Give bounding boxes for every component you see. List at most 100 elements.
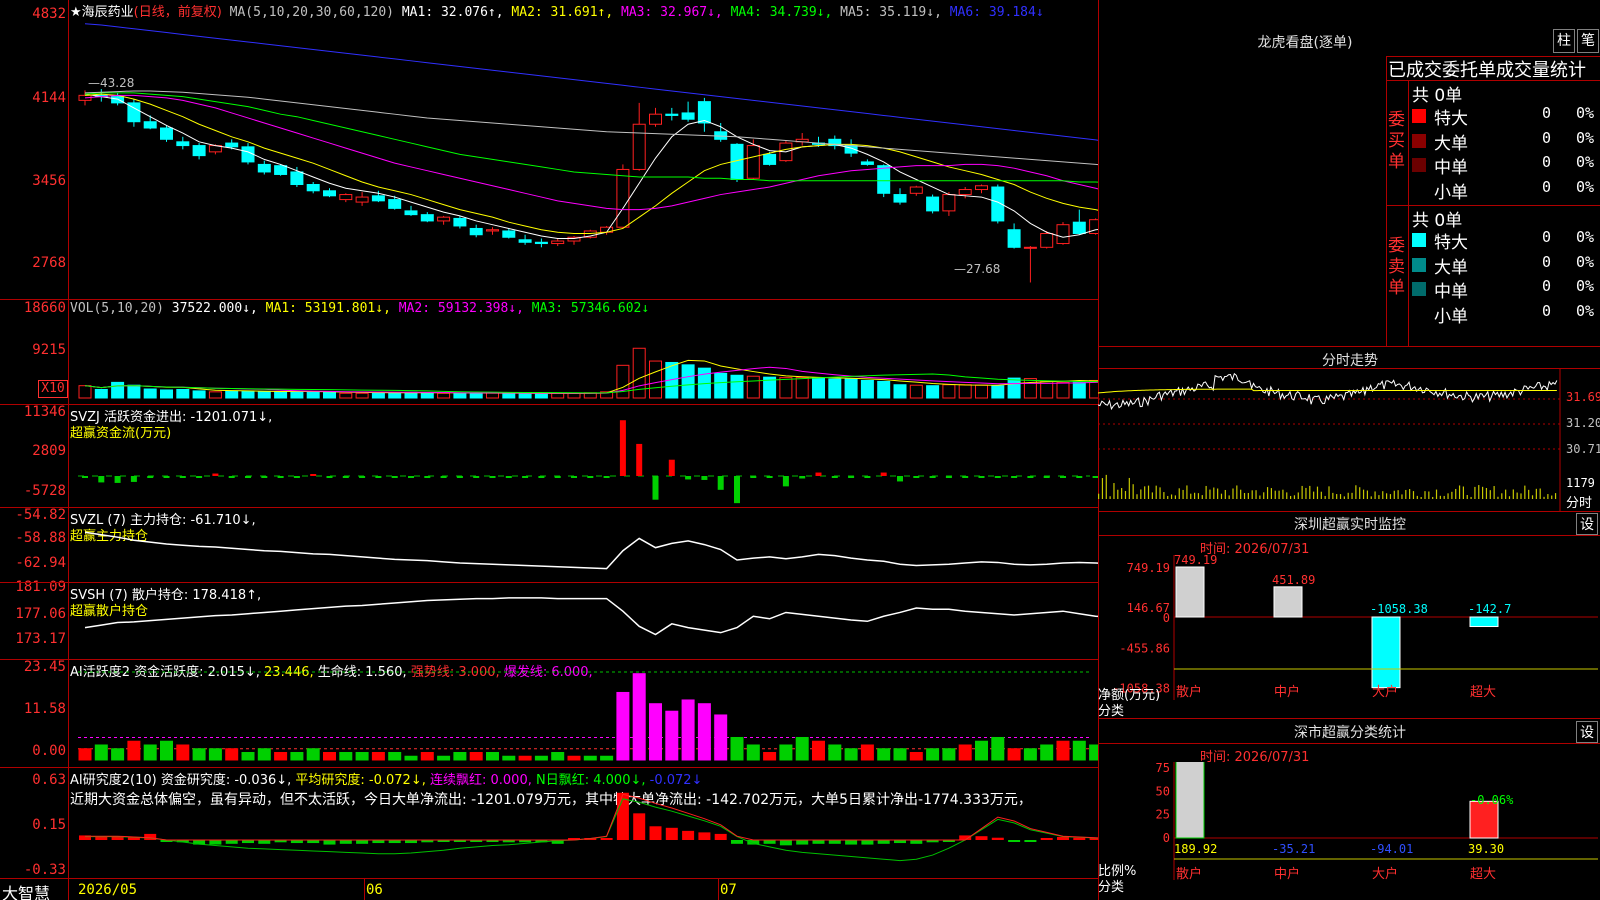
svzj-panel <box>78 420 1098 504</box>
ai2-bar <box>274 751 288 761</box>
volume-bar <box>616 364 630 399</box>
intraday-chart[interactable] <box>1098 369 1600 511</box>
fenshi-volume-bar <box>1301 485 1303 499</box>
svzj-bar <box>929 476 936 478</box>
fenshi-volume-bar <box>1316 486 1319 499</box>
sz-class-settings-button[interactable]: 设 <box>1576 721 1598 743</box>
fenshi-volume-bar <box>1524 485 1526 499</box>
candle-body <box>371 195 385 202</box>
fenshi-volume-bar <box>1466 494 1468 499</box>
ai2-bar <box>241 751 255 761</box>
monitor-category-label: 散户 <box>1176 684 1202 700</box>
volume-bar <box>111 381 125 399</box>
volume-bar <box>860 379 874 399</box>
volume-bar <box>877 380 891 399</box>
monitor-bar <box>1371 616 1401 689</box>
candle-body <box>763 153 777 165</box>
class-axis-tick: 50 <box>1156 784 1170 798</box>
fenshi-volume-bar <box>1551 495 1553 499</box>
candle-body <box>290 171 304 186</box>
sidebar-separator <box>1098 511 1600 512</box>
svzj-bar <box>342 476 349 478</box>
volume-bar <box>143 388 157 399</box>
svzj-bar <box>505 476 512 478</box>
class-bar-label: -94.01 <box>1370 842 1413 856</box>
ai2-bar <box>893 748 907 761</box>
candle-body <box>143 121 157 129</box>
fenshi-volume-bar <box>1278 490 1280 499</box>
tick-view-button[interactable]: 笔 <box>1577 29 1599 53</box>
sz-monitor-settings-button[interactable]: 设 <box>1576 513 1598 535</box>
fenshi-volume-bar <box>1366 490 1368 499</box>
ai2-bar <box>1056 740 1070 761</box>
class-category-label: 大户 <box>1372 866 1398 882</box>
ai2-bar <box>486 751 499 761</box>
ai2-bar <box>371 751 385 761</box>
order-size-swatch <box>1412 306 1426 321</box>
column-view-button[interactable]: 柱 <box>1553 29 1575 53</box>
fenshi-volume-bar <box>1220 493 1223 499</box>
fenshi-volume-bar <box>1213 487 1215 499</box>
order-size-count: 0 <box>1542 104 1552 122</box>
ai2-bar <box>534 755 548 761</box>
fenshi-volume-bar <box>1228 495 1230 499</box>
candle-body <box>1040 232 1054 248</box>
volume-bar <box>779 377 793 399</box>
fenshi-price-line <box>1098 372 1558 411</box>
ai2-bar <box>844 748 858 761</box>
svzj-bar <box>587 476 594 478</box>
svzj-bar <box>98 476 105 483</box>
volume-bar <box>176 388 190 399</box>
ai2-bar <box>1089 744 1098 761</box>
fenshi-volume-bar <box>1401 494 1403 499</box>
volume-bar <box>1089 379 1098 399</box>
sz-class-title: 深市超赢分类统计 <box>1294 725 1406 741</box>
ai2-bar <box>681 699 695 761</box>
order-size-label: 特大 <box>1434 109 1468 129</box>
ai2-bar <box>991 736 1005 761</box>
ai2-bar <box>518 755 532 761</box>
fenshi-volume-bar <box>1493 486 1495 499</box>
volume-bar <box>94 388 108 399</box>
ai2-bar <box>616 691 630 761</box>
fenshi-volume-bar <box>1520 493 1522 499</box>
fenshi-volume-bar <box>1462 486 1464 499</box>
candle-body <box>860 161 874 165</box>
fenshi-volume-bar <box>1182 489 1184 499</box>
order-size-row: 大单 0 0% <box>1412 253 1600 278</box>
svzj-bar <box>179 476 186 478</box>
fenshi-volume-bar <box>1432 496 1434 499</box>
fenshi-volume-bar <box>1224 489 1226 499</box>
kline-chart[interactable] <box>0 0 1098 900</box>
ai2-bar <box>909 751 923 761</box>
volume-bar <box>437 392 451 399</box>
svzj-bar <box>652 476 659 500</box>
volume-bar <box>274 391 288 399</box>
ai2-bar <box>437 755 451 761</box>
svzj-bar <box>359 476 366 478</box>
fenshi-volume-bar <box>1270 488 1272 499</box>
volume-bar <box>502 392 516 399</box>
class-small-label: -0.06% <box>1470 793 1514 807</box>
fenshi-volume-bar <box>1140 489 1142 499</box>
fenshi-volume-bar <box>1263 492 1265 499</box>
fenshi-volume-bar <box>1501 493 1503 499</box>
fenshi-volume-bar <box>1124 490 1127 499</box>
fenshi-volume-bar <box>1455 488 1457 499</box>
svzj-bar <box>897 476 903 482</box>
monitor-category-label: 大户 <box>1372 684 1398 700</box>
fenshi-volume-bar <box>1505 489 1507 499</box>
volume-bar <box>632 347 646 399</box>
ai2-bar <box>860 744 874 761</box>
fenshi-volume-bar <box>1155 485 1157 499</box>
candle-body <box>665 113 679 116</box>
volume-bar <box>518 393 532 399</box>
fenshi-volume-bar <box>1243 492 1246 499</box>
order-size-label: 中单 <box>1434 158 1468 178</box>
candle-body <box>1023 246 1037 249</box>
ai2-bar <box>192 748 206 761</box>
fenshi-axis-tick: 30.71 <box>1566 442 1600 456</box>
fenshi-volume-bar <box>1286 492 1288 499</box>
candle-body <box>958 189 972 196</box>
fenshi-volume-bar <box>1362 489 1365 499</box>
